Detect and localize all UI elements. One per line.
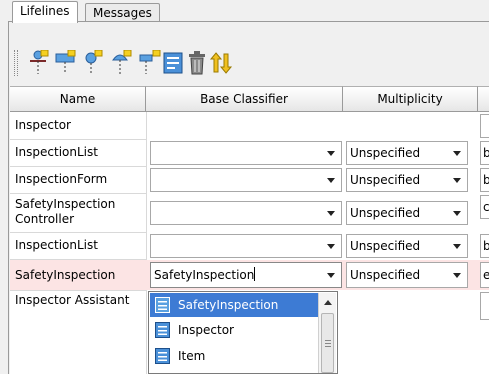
chevron-down-icon[interactable] xyxy=(327,273,335,278)
class-icon xyxy=(155,322,170,338)
add-lifeline-variant-icon[interactable] xyxy=(53,50,77,76)
chevron-down-icon[interactable] xyxy=(453,151,461,156)
column-header-multiplicity[interactable]: Multiplicity xyxy=(343,86,478,112)
table-row[interactable]: InspectionForm Unspecified b xyxy=(10,167,489,193)
dropdown-item-label: Item xyxy=(178,349,206,363)
text-caret xyxy=(254,267,256,281)
multiplicity-value: Unspecified xyxy=(350,206,421,220)
table-row[interactable]: InspectionList Unspecified b xyxy=(10,140,489,166)
dropdown-scrollbar[interactable] xyxy=(318,293,336,373)
extra-cell[interactable]: e xyxy=(480,262,489,288)
multiplicity-combo[interactable]: Unspecified xyxy=(346,262,468,288)
scroll-up-icon[interactable] xyxy=(324,300,332,305)
multiplicity-value: Unspecified xyxy=(350,173,421,187)
chevron-down-icon[interactable] xyxy=(453,244,461,249)
properties-icon[interactable] xyxy=(161,50,185,76)
lifeline-name[interactable]: SafetyInspection Controller xyxy=(15,197,145,227)
add-nested-lifeline-icon[interactable] xyxy=(138,50,162,76)
base-classifier-combo[interactable] xyxy=(150,168,342,192)
add-lifeline-icon[interactable] xyxy=(26,50,50,76)
extra-cell[interactable]: c xyxy=(480,195,489,219)
multiplicity-combo[interactable]: Unspecified xyxy=(346,201,468,225)
class-icon xyxy=(155,348,170,364)
lifeline-name[interactable]: InspectionList xyxy=(15,145,98,160)
dropdown-item-inspector[interactable]: Inspector xyxy=(150,318,318,342)
class-icon xyxy=(155,297,170,313)
base-classifier-value[interactable]: SafetyInspection xyxy=(154,268,254,282)
tab-lifelines[interactable]: Lifelines xyxy=(12,1,78,23)
scrollbar-thumb[interactable] xyxy=(321,313,334,373)
tab-bar: Lifelines Messages xyxy=(8,0,489,23)
column-header-extra[interactable] xyxy=(478,86,489,112)
extra-cell[interactable] xyxy=(480,292,489,320)
table-row-selected[interactable]: SafetyInspection SafetyInspection Unspec… xyxy=(10,260,489,290)
lifeline-name[interactable]: InspectionForm xyxy=(15,172,107,187)
column-header-name[interactable]: Name xyxy=(10,86,146,112)
lifeline-name[interactable]: Inspector xyxy=(15,118,71,133)
delete-icon[interactable] xyxy=(185,50,209,76)
dropdown-item-item[interactable]: Item xyxy=(150,344,318,368)
multiplicity-combo[interactable]: Unspecified xyxy=(346,234,468,258)
chevron-down-icon[interactable] xyxy=(453,178,461,183)
base-classifier-combo-editing[interactable]: SafetyInspection xyxy=(150,262,342,288)
chevron-down-icon[interactable] xyxy=(453,273,461,278)
add-actor-lifeline-icon[interactable] xyxy=(109,50,133,76)
extra-cell[interactable]: b xyxy=(480,168,489,192)
base-classifier-combo[interactable] xyxy=(150,141,342,165)
classifier-dropdown-list[interactable]: SafetyInspection Inspector Item xyxy=(148,291,338,374)
lifeline-name[interactable]: Inspector Assistant xyxy=(15,293,135,308)
move-up-down-icon[interactable] xyxy=(209,50,233,76)
chevron-down-icon[interactable] xyxy=(327,178,335,183)
multiplicity-value: Unspecified xyxy=(350,268,421,282)
multiplicity-combo[interactable]: Unspecified xyxy=(346,141,468,165)
column-header-base-classifier[interactable]: Base Classifier xyxy=(146,86,343,112)
toolbar xyxy=(14,26,489,84)
table-row[interactable]: Inspector xyxy=(10,113,489,139)
lifeline-name[interactable]: InspectionList xyxy=(15,238,98,253)
dropdown-item-safetyinspection[interactable]: SafetyInspection xyxy=(150,293,318,317)
extra-cell[interactable]: b xyxy=(480,234,489,258)
chevron-down-icon[interactable] xyxy=(327,211,335,216)
chevron-down-icon[interactable] xyxy=(327,244,335,249)
extra-cell[interactable]: b xyxy=(480,141,489,165)
multiplicity-combo[interactable]: Unspecified xyxy=(346,168,468,192)
tab-messages[interactable]: Messages xyxy=(85,3,160,23)
dropdown-item-label: Inspector xyxy=(178,323,234,337)
table-row[interactable]: SafetyInspection Controller Unspecified … xyxy=(10,194,489,232)
base-classifier-combo[interactable] xyxy=(150,234,342,258)
table-row[interactable]: InspectionList Unspecified b xyxy=(10,233,489,259)
chevron-down-icon[interactable] xyxy=(327,151,335,156)
lifeline-name[interactable]: SafetyInspection xyxy=(15,268,115,283)
base-classifier-combo[interactable] xyxy=(150,201,342,225)
multiplicity-value: Unspecified xyxy=(350,146,421,160)
extra-cell[interactable] xyxy=(480,114,489,138)
insert-lifeline-icon[interactable] xyxy=(80,50,104,76)
chevron-down-icon[interactable] xyxy=(453,211,461,216)
dropdown-item-label: SafetyInspection xyxy=(178,298,279,312)
toolbar-grip[interactable] xyxy=(14,50,18,76)
multiplicity-value: Unspecified xyxy=(350,239,421,253)
